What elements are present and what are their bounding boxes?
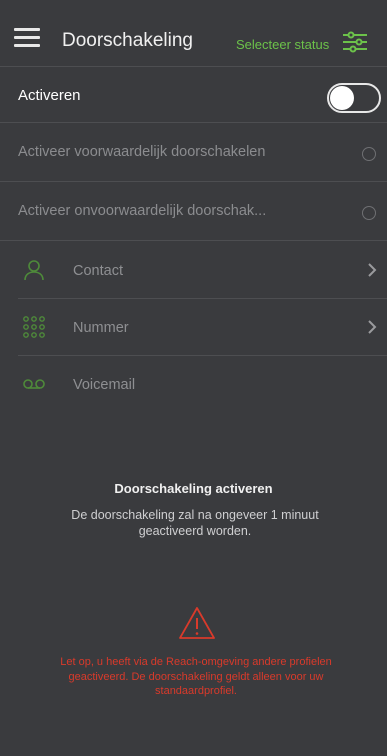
warning-text: Let op, u heeft via de Reach-omgeving an… [60, 656, 332, 697]
info-title: Doorschakeling activeren [114, 481, 273, 496]
select-status-button[interactable]: Selecteer status [236, 37, 329, 52]
keypad-icon [23, 316, 45, 338]
option-unconditional-forwarding[interactable]: Activeer onvoorwaardelijk doorschak... [0, 183, 387, 241]
option-label: Activeer voorwaardelijk doorschakelen [18, 144, 266, 160]
nav-item-label: Voicemail [73, 377, 136, 393]
warning-icon [179, 607, 215, 639]
radio-button[interactable] [362, 147, 376, 161]
activate-label: Activeren [18, 87, 81, 104]
option-conditional-forwarding[interactable]: Activeer voorwaardelijk doorschakelen [0, 124, 387, 182]
chevron-right-icon [368, 263, 377, 277]
nav-item-voicemail[interactable]: Voicemail [18, 356, 387, 413]
option-label: Activeer onvoorwaardelijk doorschak... [18, 203, 267, 219]
nav-item-label: Contact [73, 263, 123, 279]
activate-toggle[interactable] [327, 83, 381, 113]
nav-item-label: Nummer [73, 320, 129, 336]
menu-icon[interactable] [14, 28, 40, 48]
chevron-right-icon [368, 320, 377, 334]
app-header: Doorschakeling Selecteer status [0, 0, 387, 67]
activate-row: Activeren [0, 67, 387, 123]
page-title: Doorschakeling [62, 30, 193, 51]
radio-button[interactable] [362, 206, 376, 220]
voicemail-icon [23, 379, 45, 389]
toggle-knob [330, 86, 354, 110]
nav-item-contact[interactable]: Contact [18, 242, 387, 299]
filter-sliders-icon[interactable] [342, 30, 368, 54]
nav-item-nummer[interactable]: Nummer [18, 299, 387, 356]
info-text: De doorschakeling zal na ongeveer 1 minu… [71, 508, 319, 538]
person-icon [24, 260, 44, 281]
